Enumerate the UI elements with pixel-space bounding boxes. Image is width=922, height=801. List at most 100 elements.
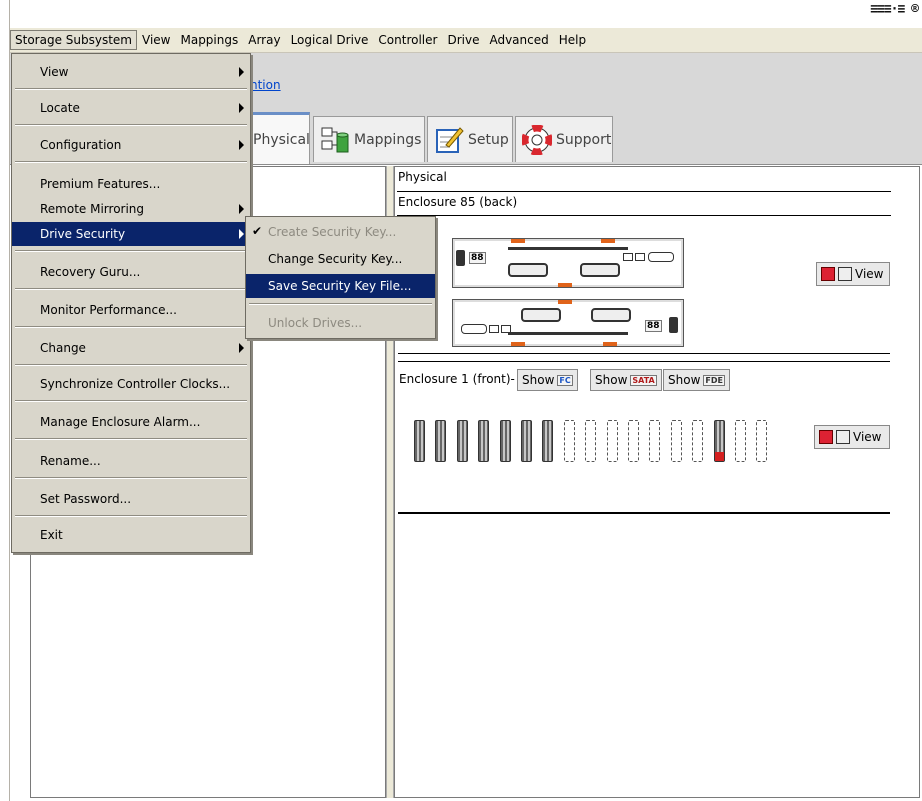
tab-physical[interactable]: Physical [246, 112, 310, 164]
menu-array[interactable]: Array [243, 30, 285, 50]
drive-slot[interactable] [435, 420, 447, 462]
port-icon [489, 325, 499, 333]
drive-slot[interactable] [692, 420, 704, 462]
submenu-arrow-icon [239, 229, 244, 239]
menu-item-label: Save Security Key File... [268, 279, 412, 293]
menu-item-rename[interactable]: Rename... [12, 449, 250, 473]
menu-item-label: Monitor Performance... [40, 303, 177, 317]
led-indicator [511, 342, 525, 346]
drive-slot[interactable] [414, 420, 425, 462]
view-enclosure-back-button[interactable]: View [816, 262, 890, 286]
show-fc-button[interactable]: Show FC [517, 369, 578, 391]
submenu-arrow-icon [239, 103, 244, 113]
menu-item-configuration[interactable]: Configuration [12, 133, 250, 157]
menu-item-view[interactable]: View [12, 60, 250, 84]
mappings-icon [320, 125, 350, 155]
serial-port-icon [648, 252, 674, 262]
show-label: Show [522, 373, 555, 387]
menu-item-premium-features[interactable]: Premium Features... [12, 172, 250, 196]
menu-item-label: Premium Features... [40, 177, 161, 191]
menu-item-exit[interactable]: Exit [12, 523, 250, 547]
menu-item-change[interactable]: Change [12, 336, 250, 360]
checkmark-icon: ✔ [252, 224, 263, 238]
drive-slot[interactable] [628, 420, 639, 462]
drive-fault-icon [714, 452, 724, 461]
lifebuoy-icon [521, 124, 553, 155]
component-icon [819, 430, 833, 444]
show-sata-button[interactable]: Show SATA [590, 369, 662, 391]
menu-controller[interactable]: Controller [373, 30, 442, 50]
submenu-arrow-icon [239, 67, 244, 77]
show-fde-button[interactable]: Show FDE [663, 369, 730, 391]
menu-item-recovery-guru[interactable]: Recovery Guru... [12, 260, 250, 284]
camera-icon [836, 430, 850, 444]
submenu-arrow-icon [239, 204, 244, 214]
menu-separator [15, 250, 247, 252]
menu-advanced[interactable]: Advanced [484, 30, 553, 50]
tab-mappings-label: Mappings [354, 131, 422, 148]
menu-mappings[interactable]: Mappings [175, 30, 243, 50]
seven-segment-display: 88 [469, 252, 486, 264]
view-enclosure-front-button[interactable]: View [814, 425, 890, 449]
drive-slot[interactable] [735, 420, 746, 462]
drive-slot[interactable] [456, 420, 468, 462]
enclosure-back-label: Enclosure 85 (back) [398, 195, 518, 209]
top-strip: ≡≡≡·≡ ® [0, 0, 922, 28]
menu-help[interactable]: Help [554, 30, 591, 50]
menu-item-drive-security[interactable]: Drive Security [12, 222, 250, 246]
drive-slot[interactable] [499, 420, 511, 462]
drive-slot[interactable] [649, 420, 661, 462]
menu-logical-drive[interactable]: Logical Drive [286, 30, 374, 50]
led-indicator [511, 239, 525, 243]
menu-item-monitor-performance[interactable]: Monitor Performance... [12, 298, 250, 322]
menu-item-unlock-drives[interactable]: Unlock Drives... [246, 311, 435, 335]
menu-item-label: View [40, 65, 69, 79]
drive-slot[interactable] [670, 420, 682, 462]
toolbar-link[interactable]: ntion [250, 78, 281, 92]
controller-b[interactable]: 88 [452, 299, 684, 347]
controller-a[interactable]: 88 [452, 238, 684, 288]
menu-drive[interactable]: Drive [442, 30, 484, 50]
drive-slot[interactable] [521, 420, 532, 462]
menu-separator [15, 515, 247, 517]
menu-item-label: Exit [40, 528, 63, 542]
drive-slot[interactable] [478, 420, 490, 462]
tab-setup[interactable]: Setup [427, 116, 513, 162]
tab-support[interactable]: Support [515, 116, 613, 162]
menu-item-manage-enclosure-alarm[interactable]: Manage Enclosure Alarm... [12, 410, 250, 434]
submenu-arrow-icon [239, 140, 244, 150]
setup-icon [434, 125, 464, 155]
tab-mappings[interactable]: Mappings [313, 116, 425, 162]
slot-bar [508, 332, 628, 335]
menu-item-set-password[interactable]: Set Password... [12, 487, 250, 511]
menu-item-locate[interactable]: Locate [12, 96, 250, 120]
led-indicator [558, 300, 572, 304]
storage-subsystem-menu: View Locate Configuration Premium Featur… [11, 53, 251, 553]
drive-slot[interactable] [606, 420, 618, 462]
menu-separator [15, 88, 247, 90]
menu-item-synchronize-clocks[interactable]: Synchronize Controller Clocks... [12, 372, 250, 396]
drive-slot[interactable] [585, 420, 597, 462]
menu-separator [15, 400, 247, 402]
menu-view[interactable]: View [137, 30, 175, 50]
camera-icon [838, 267, 852, 281]
drive-slot[interactable] [563, 420, 575, 462]
menu-item-label: Drive Security [40, 227, 126, 241]
menu-separator [15, 438, 247, 440]
view-button-label: View [855, 267, 884, 281]
drive-slot[interactable] [542, 420, 554, 462]
fc-badge: FC [557, 374, 573, 386]
menu-item-save-security-key-file[interactable]: Save Security Key File... [246, 274, 435, 298]
led-indicator [601, 239, 615, 243]
menu-item-label: Rename... [40, 454, 101, 468]
controller-handle [591, 308, 631, 322]
menu-item-label: Set Password... [40, 492, 132, 506]
menu-item-remote-mirroring[interactable]: Remote Mirroring [12, 197, 250, 221]
led-indicator [603, 342, 617, 346]
drive-slot[interactable] [756, 420, 768, 462]
divider-line [398, 353, 890, 354]
menu-item-change-security-key[interactable]: Change Security Key... [246, 247, 435, 271]
menu-item-create-security-key[interactable]: ✔ Create Security Key... [246, 220, 435, 244]
menu-separator [15, 288, 247, 290]
menu-storage-subsystem[interactable]: Storage Subsystem [10, 30, 137, 50]
